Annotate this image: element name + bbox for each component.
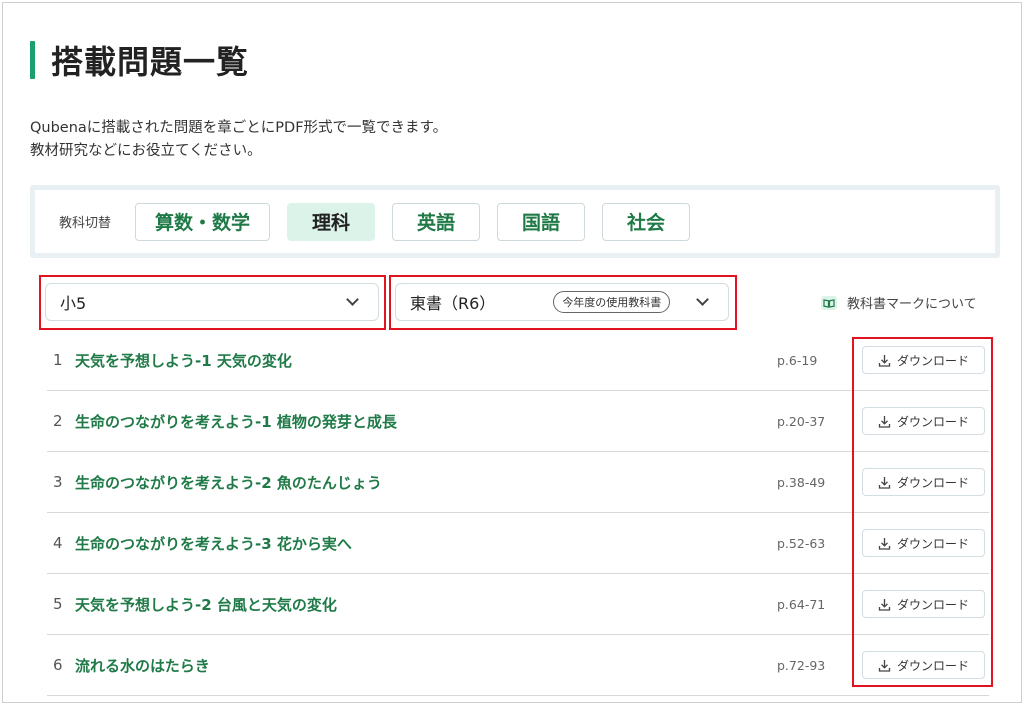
page-description: Qubenaに搭載された問題を章ごとにPDF形式で一覧できます。 教材研究などに… xyxy=(30,117,447,163)
download-column-highlight xyxy=(852,337,993,687)
description-line-2: 教材研究などにお役立てください。 xyxy=(30,143,262,159)
subject-switcher-label: 教科切替 xyxy=(59,216,112,231)
chapter-number: 5 xyxy=(53,595,63,613)
chapter-row: 1 天気を予想しよう-1 天気の変化 p.6-19 ダウンロード xyxy=(47,330,989,391)
page-header: 搭載問題一覧 xyxy=(30,40,250,81)
textbook-select-highlight xyxy=(389,275,737,330)
chapter-pages: p.6-19 xyxy=(777,352,818,368)
chapter-pages: p.52-63 xyxy=(777,535,826,551)
description-line-1: Qubenaに搭載された問題を章ごとにPDF形式で一覧できます。 xyxy=(30,120,448,136)
grade-select-highlight xyxy=(39,275,386,330)
chapter-pages: p.64-71 xyxy=(777,596,826,612)
title-accent-bar xyxy=(30,41,35,79)
subject-button-math[interactable]: 算数・数学 xyxy=(135,202,271,241)
chapter-number: 6 xyxy=(53,656,63,674)
chapter-number: 2 xyxy=(53,412,63,430)
chapter-row: 4 生命のつながりを考えよう-3 花から実へ p.52-63 ダウンロード xyxy=(47,513,989,574)
page-title: 搭載問題一覧 xyxy=(51,43,250,81)
subject-button-english[interactable]: 英語 xyxy=(392,202,481,241)
subject-switcher: 教科切替 算数・数学 理科 英語 国語 社会 xyxy=(30,185,1000,258)
textbook-mark-link-label: 教科書マークについて xyxy=(847,297,977,312)
chapter-row: 6 流れる水のはたらき p.72-93 ダウンロード xyxy=(47,635,989,696)
subject-button-japanese[interactable]: 国語 xyxy=(497,202,586,241)
chapter-pages: p.38-49 xyxy=(777,474,826,490)
subject-button-science[interactable]: 理科 xyxy=(287,202,376,241)
chapter-title-link[interactable]: 生命のつながりを考えよう-1 植物の発芽と成長 xyxy=(75,411,397,432)
chapter-title-link[interactable]: 流れる水のはたらき xyxy=(75,655,210,676)
chapter-row: 5 天気を予想しよう-2 台風と天気の変化 p.64-71 ダウンロード xyxy=(47,574,989,635)
chapter-number: 4 xyxy=(53,534,63,552)
textbook-mark-link[interactable]: 教科書マークについて xyxy=(821,293,977,312)
chapter-row: 2 生命のつながりを考えよう-1 植物の発芽と成長 p.20-37 ダウンロード xyxy=(47,391,989,452)
subject-switcher-inner: 教科切替 算数・数学 理科 英語 国語 社会 xyxy=(35,190,995,253)
subject-button-social[interactable]: 社会 xyxy=(602,202,691,241)
chapter-row: 3 生命のつながりを考えよう-2 魚のたんじょう p.38-49 ダウンロード xyxy=(47,452,989,513)
chapter-pages: p.72-93 xyxy=(777,657,826,673)
page-frame: 搭載問題一覧 Qubenaに搭載された問題を章ごとにPDF形式で一覧できます。 … xyxy=(2,2,1022,703)
book-icon xyxy=(821,295,837,310)
chapter-title-link[interactable]: 生命のつながりを考えよう-2 魚のたんじょう xyxy=(75,472,382,493)
chapter-number: 3 xyxy=(53,473,63,491)
chapter-title-link[interactable]: 天気を予想しよう-1 天気の変化 xyxy=(75,350,292,371)
chapter-pages: p.20-37 xyxy=(777,413,826,429)
chapter-number: 1 xyxy=(53,351,63,369)
chapter-title-link[interactable]: 天気を予想しよう-2 台風と天気の変化 xyxy=(75,594,337,615)
chapter-title-link[interactable]: 生命のつながりを考えよう-3 花から実へ xyxy=(75,533,352,554)
